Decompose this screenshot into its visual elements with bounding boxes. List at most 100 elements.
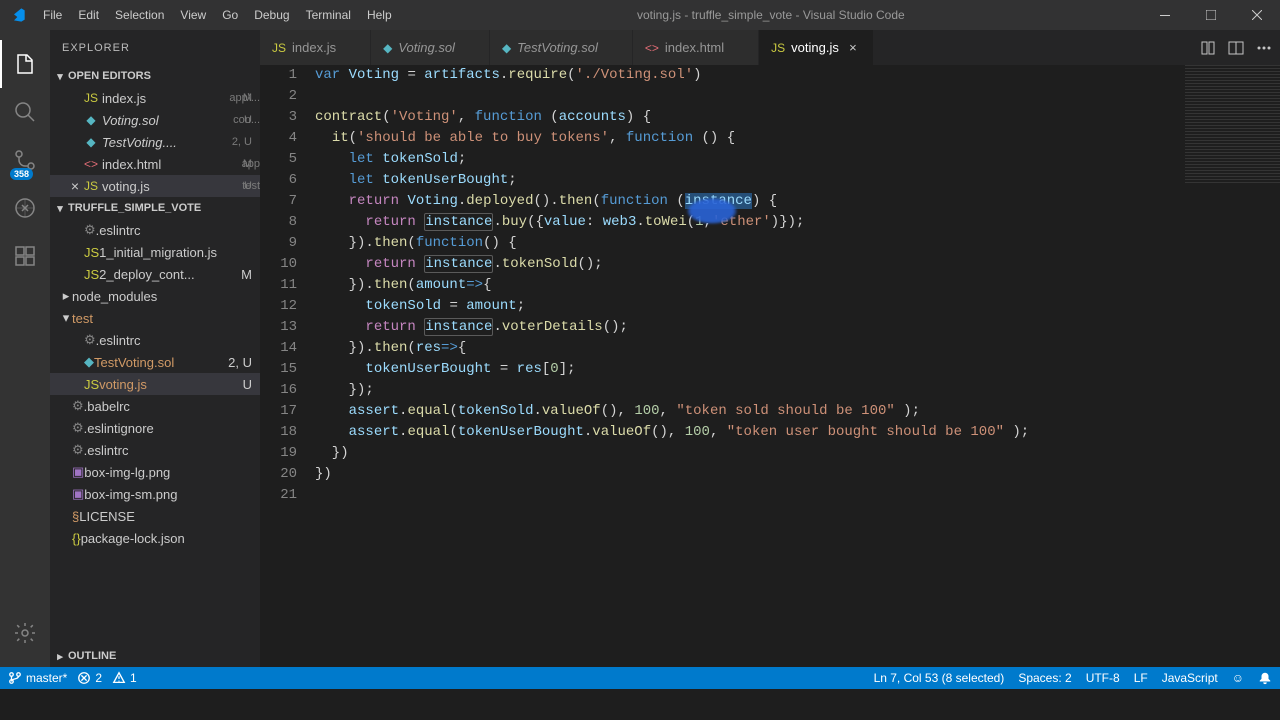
file-status: 2, U: [232, 136, 252, 148]
img-icon: ▣: [72, 486, 84, 502]
open-editors-header[interactable]: ▾ OPEN EDITORS: [50, 65, 260, 87]
tree-item[interactable]: §LICENSE: [50, 505, 260, 527]
minimize-button[interactable]: [1142, 0, 1188, 30]
project-header[interactable]: ▾ TRUFFLE_SIMPLE_VOTE: [50, 197, 260, 219]
editor-tab[interactable]: ◆Voting.sol×: [371, 30, 490, 65]
conf-icon: ⚙: [72, 442, 84, 458]
open-editor-item[interactable]: ×<>index.htmlappM: [50, 153, 260, 175]
open-editor-item[interactable]: ×JSvoting.jstestU: [50, 175, 260, 197]
project-label: TRUFFLE_SIMPLE_VOTE: [68, 202, 201, 214]
tree-item[interactable]: ▣box-img-lg.png: [50, 461, 260, 483]
more-actions-icon[interactable]: [1256, 40, 1272, 56]
git-branch[interactable]: master*: [8, 671, 67, 685]
conf-icon: ⚙: [84, 332, 96, 348]
tree-item[interactable]: {}package-lock.json: [50, 527, 260, 549]
tab-label: TestVoting.sol: [517, 40, 598, 55]
menu-file[interactable]: File: [35, 0, 70, 30]
tree-item[interactable]: ⚙.eslintrc: [50, 219, 260, 241]
outline-header[interactable]: ▸ OUTLINE: [50, 645, 260, 667]
activity-extensions-icon[interactable]: [0, 232, 50, 280]
file-name: 1_initial_migration.js: [99, 245, 260, 260]
problems-errors[interactable]: 2: [77, 671, 102, 685]
tree-item[interactable]: ▾test: [50, 307, 260, 329]
editor-tabs: JSindex.js×◆Voting.sol×◆TestVoting.sol×<…: [260, 30, 1280, 65]
chevron-down-icon: ▾: [54, 202, 66, 215]
menu-debug[interactable]: Debug: [246, 0, 297, 30]
menu-terminal[interactable]: Terminal: [298, 0, 359, 30]
branch-name: master*: [26, 671, 67, 685]
scm-badge: 358: [10, 168, 33, 180]
file-status: 2, U: [228, 355, 252, 370]
json-icon: {}: [72, 531, 81, 546]
editor-tab[interactable]: ◆TestVoting.sol×: [490, 30, 633, 65]
title-bar: File Edit Selection View Go Debug Termin…: [0, 0, 1280, 30]
file-name: .babelrc: [84, 399, 260, 414]
maximize-button[interactable]: [1188, 0, 1234, 30]
code-content[interactable]: var Voting = artifacts.require('./Voting…: [315, 65, 1280, 667]
conf-icon: ⚙: [84, 222, 96, 238]
tree-item[interactable]: ◆TestVoting.sol2, U: [50, 351, 260, 373]
tab-label: index.html: [665, 40, 724, 55]
feedback-icon[interactable]: ☺: [1232, 671, 1244, 685]
lic-icon: §: [72, 509, 79, 524]
activity-search-icon[interactable]: [0, 88, 50, 136]
split-editor-icon[interactable]: [1228, 40, 1244, 56]
compare-changes-icon[interactable]: [1200, 40, 1216, 56]
menu-go[interactable]: Go: [214, 0, 246, 30]
tree-item[interactable]: JS2_deploy_cont...M: [50, 263, 260, 285]
encoding[interactable]: UTF-8: [1086, 671, 1120, 685]
sol-icon: ◆: [383, 41, 392, 55]
eol[interactable]: LF: [1134, 671, 1148, 685]
language-mode[interactable]: JavaScript: [1162, 671, 1218, 685]
error-count: 2: [95, 671, 102, 685]
img-icon: ▣: [72, 464, 84, 480]
menu-view[interactable]: View: [172, 0, 214, 30]
sol-icon: ◆: [502, 41, 511, 55]
menu-help[interactable]: Help: [359, 0, 400, 30]
activity-debug-icon[interactable]: [0, 184, 50, 232]
open-editor-item[interactable]: ×◆Voting.solcon...U: [50, 109, 260, 131]
problems-warnings[interactable]: 1: [112, 671, 137, 685]
file-name: voting.js: [102, 179, 238, 194]
tree-item[interactable]: ⚙.eslintrc: [50, 439, 260, 461]
file-name: index.html: [102, 157, 238, 172]
chevron-down-icon: ▾: [54, 70, 66, 83]
minimap[interactable]: [1185, 65, 1280, 185]
close-icon[interactable]: ×: [845, 40, 861, 55]
tree-item[interactable]: ⚙.eslintrc: [50, 329, 260, 351]
tree-item[interactable]: JSvoting.jsU: [50, 373, 260, 395]
activity-explorer-icon[interactable]: [0, 40, 50, 88]
settings-gear-icon[interactable]: [0, 609, 50, 657]
tree-item[interactable]: ▸node_modules: [50, 285, 260, 307]
editor-tab[interactable]: JSvoting.js×: [759, 30, 874, 65]
editor-tab[interactable]: <>index.html×: [633, 30, 759, 65]
file-name: package-lock.json: [81, 531, 260, 546]
tree-item[interactable]: ▣box-img-sm.png: [50, 483, 260, 505]
warning-count: 1: [130, 671, 137, 685]
file-name: 2_deploy_cont...: [99, 267, 241, 282]
tab-label: Voting.sol: [398, 40, 455, 55]
close-icon[interactable]: ×: [68, 178, 82, 194]
html-icon: <>: [82, 157, 100, 171]
activity-scm-icon[interactable]: 358: [0, 136, 50, 184]
open-editors-label: OPEN EDITORS: [68, 70, 151, 82]
tree-item[interactable]: ⚙.eslintignore: [50, 417, 260, 439]
menu-selection[interactable]: Selection: [107, 0, 172, 30]
chevron-right-icon: ▸: [60, 288, 72, 304]
tree-item[interactable]: ⚙.babelrc: [50, 395, 260, 417]
code-editor[interactable]: 123456789101112131415161718192021 var Vo…: [260, 65, 1280, 667]
close-button[interactable]: [1234, 0, 1280, 30]
indentation[interactable]: Spaces: 2: [1018, 671, 1071, 685]
editor-tab[interactable]: JSindex.js×: [260, 30, 371, 65]
tree-item[interactable]: JS1_initial_migration.js: [50, 241, 260, 263]
notifications-icon[interactable]: [1258, 671, 1272, 685]
file-name: box-img-lg.png: [84, 465, 260, 480]
open-editor-item[interactable]: ×◆TestVoting....2, U: [50, 131, 260, 153]
file-status: M: [243, 158, 252, 170]
menu-edit[interactable]: Edit: [70, 0, 107, 30]
sol-icon: ◆: [82, 135, 100, 149]
open-editor-item[interactable]: ×JSindex.jsapp\...M: [50, 87, 260, 109]
status-bar: master* 2 1 Ln 7, Col 53 (8 selected) Sp…: [0, 667, 1280, 689]
cursor-position[interactable]: Ln 7, Col 53 (8 selected): [874, 671, 1005, 685]
file-status: U: [244, 180, 252, 192]
